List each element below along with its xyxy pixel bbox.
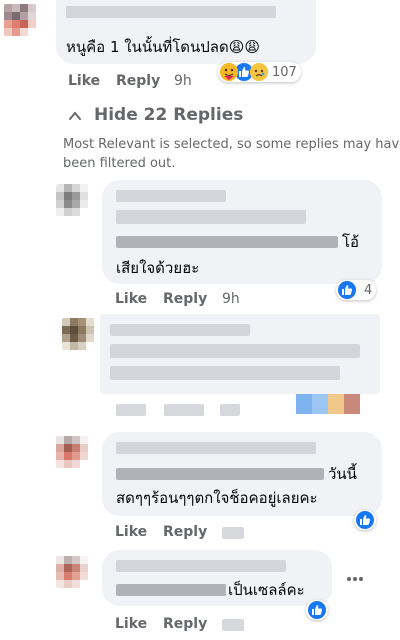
blurred-author-name	[116, 560, 286, 572]
blurred-author-name	[116, 190, 226, 202]
blurred-reaction-summary[interactable]	[296, 394, 360, 414]
like-button[interactable]: Like	[68, 73, 100, 89]
reply-text-line1: โอ้	[342, 233, 360, 251]
care-icon	[220, 63, 238, 81]
blurred-timestamp	[222, 527, 244, 539]
like-icon	[338, 281, 356, 299]
reply-button[interactable]: Reply	[163, 616, 207, 632]
blurred-author-name	[66, 6, 276, 18]
reaction-count: 4	[364, 282, 373, 298]
timestamp[interactable]: 9h	[222, 291, 240, 307]
blurred-timestamp	[222, 619, 244, 631]
reaction-summary[interactable]	[306, 600, 328, 620]
reply-button[interactable]: Reply	[116, 73, 160, 89]
filter-note-line2: been filtered out.	[63, 156, 176, 171]
avatar[interactable]	[62, 318, 94, 350]
sad-icon	[250, 63, 268, 81]
reaction-summary[interactable]: 107	[218, 62, 301, 82]
blurred-text	[110, 366, 340, 380]
reply-button[interactable]: Reply	[163, 524, 207, 540]
reply-text-line2: สดๆๆร้อนๆๆตกใจช็อคอยู่เลยคะ	[116, 489, 318, 507]
reply-bubble: เป็นเซลล์คะ	[102, 550, 332, 606]
comment-bubble: หนูคือ 1 ในนั้นที่โดนปลด😩😩	[56, 0, 316, 64]
haha-icon	[328, 394, 344, 414]
avatar[interactable]	[56, 556, 88, 588]
avatar[interactable]	[56, 436, 88, 468]
reply-bubble: วันนี้ สดๆๆร้อนๆๆตกใจช็อคอยู่เลยคะ	[102, 432, 382, 516]
like-button[interactable]: Like	[115, 524, 147, 540]
reaction-summary[interactable]: 4	[336, 280, 377, 300]
reaction-count: 107	[272, 64, 297, 80]
blurred-text	[110, 344, 360, 358]
blurred-author-name	[110, 324, 250, 336]
blurred-text	[116, 468, 324, 480]
blurred-text	[116, 236, 338, 248]
like-icon	[356, 511, 374, 529]
reply-text-line2: เสียใจด้วยฮะ	[116, 259, 200, 277]
blurred-text	[116, 584, 226, 596]
blurred-text	[116, 210, 306, 224]
blurred-actions	[116, 400, 286, 420]
reply-button[interactable]: Reply	[163, 291, 207, 307]
more-options-icon[interactable]	[346, 566, 364, 587]
blurred-author-name	[116, 442, 316, 454]
chevron-up-icon	[68, 108, 82, 122]
filter-note-line1: Most Relevant is selected, so some repli…	[63, 137, 400, 152]
hide-replies-toggle[interactable]: Hide 22 Replies	[68, 103, 243, 127]
reply-text-line1: วันนี้	[328, 465, 357, 483]
reply-bubble	[100, 314, 380, 394]
avatar[interactable]	[4, 4, 36, 36]
like-button[interactable]: Like	[115, 616, 147, 632]
reply-bubble: โอ้ เสียใจด้วยฮะ	[102, 180, 382, 284]
comment-text: หนูคือ 1 ในนั้นที่โดนปลด😩😩	[66, 38, 261, 56]
avatar[interactable]	[56, 184, 88, 216]
like-button[interactable]: Like	[115, 291, 147, 307]
timestamp[interactable]: 9h	[174, 73, 192, 89]
hide-replies-label: Hide 22 Replies	[94, 105, 244, 125]
like-icon	[296, 394, 312, 414]
reply-text: เป็นเซลล์คะ	[228, 581, 305, 599]
reaction-summary[interactable]	[354, 510, 376, 530]
like-icon	[308, 601, 326, 619]
